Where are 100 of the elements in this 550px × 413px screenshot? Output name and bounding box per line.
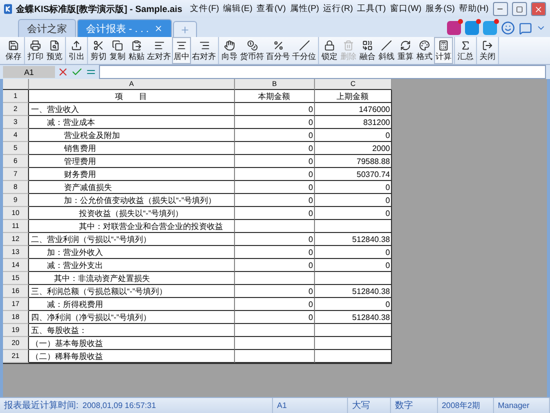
table-cell: 财务费用	[29, 168, 235, 181]
table-cell: 减：所得税费用	[29, 298, 235, 311]
table-cell: 加：公允价值变动收益（损失以“-”号填列）	[29, 194, 235, 207]
table-cell: 0	[315, 129, 392, 142]
toolbar-button[interactable]: 居中	[172, 37, 191, 64]
toolbar-button[interactable]: 打印	[26, 37, 45, 64]
toolbar-button[interactable]: 计算	[434, 37, 453, 64]
trash-icon	[343, 40, 354, 50]
toolbar-button[interactable]: 格式	[415, 37, 434, 64]
menu-item[interactable]: 窗口(W)	[390, 3, 422, 15]
menu-item[interactable]: 帮助(H)	[458, 3, 489, 15]
table-cell: （一）基本每股收益	[29, 337, 235, 350]
toolbar-button[interactable]: 斜线	[377, 37, 396, 64]
toolbar-button[interactable]: 百分号	[265, 37, 291, 64]
table-cell: 512840.38	[315, 311, 392, 324]
app-icon[interactable]	[447, 21, 461, 35]
table-cell: 0	[315, 181, 392, 194]
calculator-icon	[438, 40, 449, 50]
table-cell: 0	[235, 181, 315, 194]
table-cell: 0	[315, 259, 392, 272]
save-icon	[8, 40, 19, 50]
table-cell: 0	[315, 207, 392, 220]
table-cell: 项 目	[29, 90, 235, 103]
table-cell: 0	[315, 298, 392, 311]
table-cell: 0	[235, 259, 315, 272]
maximize-button[interactable]	[512, 2, 527, 16]
table-cell: 50370.74	[315, 168, 392, 181]
toolbar-button[interactable]: 重算	[396, 37, 415, 64]
toolbar-button[interactable]: 货币符	[239, 37, 265, 64]
window-title: 金蝶KIS标准版[教学演示版] - Sample.ais	[16, 2, 182, 16]
toolbar-button[interactable]: 融合	[358, 37, 377, 64]
table-cell: （二）稀释每股收益	[29, 350, 235, 363]
formula-input-field[interactable]	[99, 65, 546, 79]
table-cell: 加：营业外收入	[29, 246, 235, 259]
table-cell: 本期金额	[235, 90, 315, 103]
table-cell: 资产减值损失	[29, 181, 235, 194]
copy-icon	[112, 40, 123, 50]
table-cell: 0	[315, 194, 392, 207]
check-icon[interactable]	[71, 66, 83, 78]
lock-icon	[324, 40, 335, 50]
table-cell: 0	[235, 142, 315, 155]
table-cell: 减：营业成本	[29, 116, 235, 129]
table-cell: 512840.38	[315, 285, 392, 298]
close-button[interactable]	[530, 2, 546, 16]
table-cell: 0	[235, 285, 315, 298]
toolbar-button[interactable]: 保存	[4, 37, 23, 64]
status-cell: A1	[277, 401, 287, 410]
app-icon[interactable]	[465, 21, 479, 35]
status-caps: 大写	[352, 399, 370, 412]
toolbar-button[interactable]: 千分位	[291, 37, 317, 64]
table-cell: 投资收益（损失以“-”号填列）	[29, 207, 235, 220]
table-cell: 0	[235, 246, 315, 259]
menu-item[interactable]: 编辑(E)	[223, 3, 252, 15]
toolbar-button[interactable]: 锁定	[320, 37, 339, 64]
toolbar-button[interactable]: 汇总	[456, 37, 475, 64]
printer-icon	[30, 40, 41, 50]
cell-reference-field[interactable]: A1	[3, 66, 55, 78]
cancel-icon[interactable]	[57, 66, 69, 78]
minimize-button[interactable]	[492, 2, 508, 16]
align-left-icon	[154, 40, 164, 50]
toolbar-button[interactable]: 粘贴	[127, 37, 146, 64]
chat-icon[interactable]	[519, 22, 532, 34]
table-cell: 0	[235, 298, 315, 311]
smiley-icon[interactable]	[501, 21, 515, 35]
preview-icon	[49, 40, 60, 50]
menu-item[interactable]: 工具(T)	[356, 3, 386, 15]
status-time: 2008,01,09 16:57:31	[82, 401, 156, 410]
toolbar-button[interactable]: 复制	[108, 37, 127, 64]
menu-item[interactable]: 文件(F)	[190, 3, 220, 15]
toolbar-button[interactable]: 向导	[220, 37, 239, 64]
status-user: Manager	[498, 401, 530, 410]
table-cell: 二、营业利润（亏损以“-”号填列）	[29, 233, 235, 246]
app-icon[interactable]	[483, 21, 497, 35]
tab[interactable]: 会计之家	[18, 19, 76, 37]
menu-item[interactable]: 属性(P)	[290, 3, 320, 15]
toolbar-button[interactable]: 左对齐	[146, 37, 172, 64]
toolbar-button[interactable]: 剪切	[89, 37, 108, 64]
new-tab-button[interactable]	[172, 21, 197, 37]
status-label: 报表最近计算时间:	[4, 399, 79, 412]
export-icon	[71, 40, 82, 50]
toolbar-button[interactable]: 右对齐	[191, 37, 217, 64]
table-cell: 0	[235, 311, 315, 324]
paste-icon	[131, 40, 142, 50]
table-cell: 三、利润总额（亏损总额以“-”号填列）	[29, 285, 235, 298]
table-cell: 0	[235, 116, 315, 129]
close-icon[interactable]	[154, 24, 163, 33]
menu-item[interactable]: 查看(V)	[256, 3, 286, 15]
toolbar-button[interactable]: 预览	[45, 37, 64, 64]
toolbar-button[interactable]: 引出	[67, 37, 86, 64]
table-cell: 0	[235, 129, 315, 142]
slash-icon	[381, 40, 392, 50]
table-cell: 上期金额	[315, 90, 392, 103]
menu-item[interactable]: 服务(S)	[425, 3, 455, 15]
menu-item[interactable]: 运行(R)	[323, 3, 353, 15]
table-cell: 831200	[315, 116, 392, 129]
maximize-icon	[516, 6, 523, 12]
table-cell: 1476000	[315, 103, 392, 116]
toolbar-button[interactable]: 关闭	[478, 37, 497, 64]
table-cell: 0	[315, 246, 392, 259]
app-logo-icon	[4, 3, 12, 15]
